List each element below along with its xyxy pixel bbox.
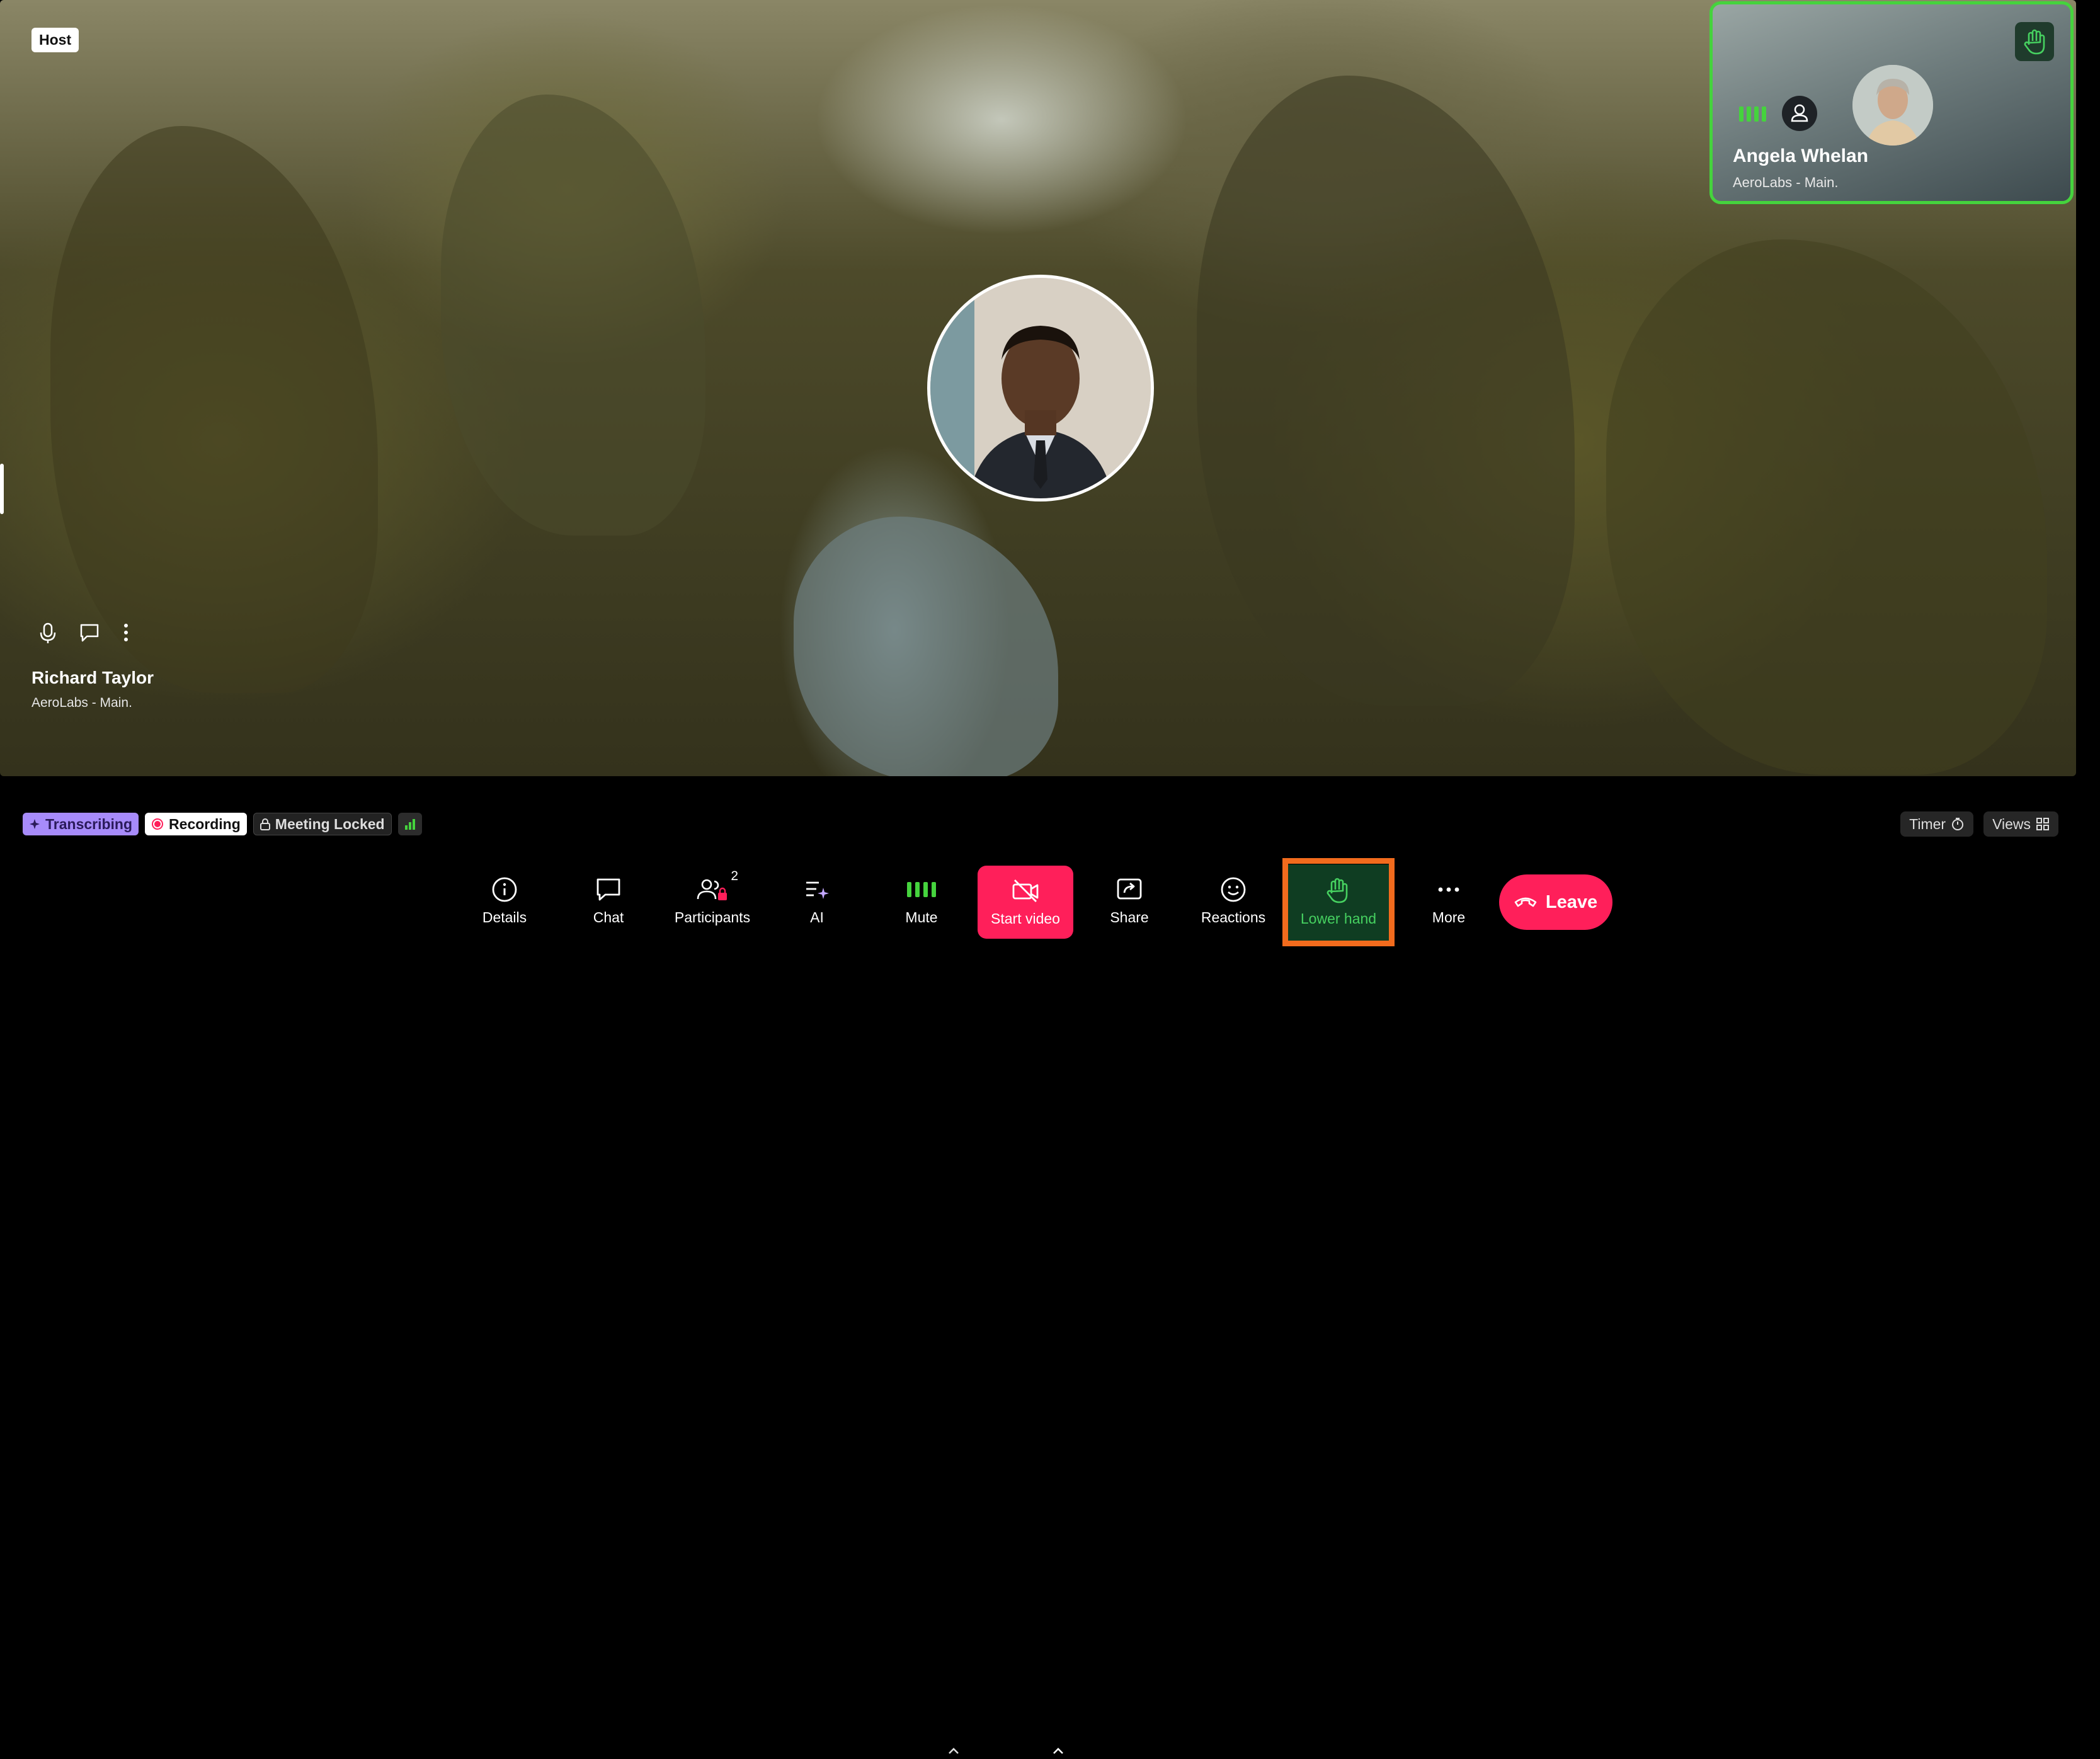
transcribing-label: Transcribing — [45, 815, 133, 832]
connection-badge[interactable] — [397, 813, 422, 835]
lower-hand-button[interactable]: Lower hand — [1288, 864, 1389, 941]
chat-label: Chat — [593, 908, 624, 925]
participants-count: 2 — [731, 868, 738, 883]
stopwatch-icon — [1952, 818, 1964, 830]
recording-label: Recording — [169, 815, 241, 832]
meeting-locked-label: Meeting Locked — [275, 815, 385, 832]
lock-icon — [260, 818, 270, 830]
smiley-icon — [1221, 877, 1246, 902]
ai-sparkle-icon — [806, 881, 829, 899]
record-icon — [152, 818, 164, 830]
more-vertical-icon[interactable] — [122, 622, 130, 643]
start-video-label: Start video — [991, 910, 1060, 927]
hand-icon — [2024, 29, 2045, 55]
mute-label: Mute — [905, 908, 938, 925]
timer-label: Timer — [1909, 815, 1946, 832]
reactions-label: Reactions — [1201, 908, 1266, 925]
lower-hand-label: Lower hand — [1300, 910, 1377, 927]
river — [794, 517, 1058, 776]
more-button[interactable]: More — [1421, 863, 1476, 939]
rock-formation — [1606, 239, 2047, 775]
self-participant-org: AeroLabs - Main. — [31, 696, 132, 710]
signal-bars-icon — [404, 819, 415, 830]
audio-level-icon — [907, 881, 936, 897]
rock-formation — [441, 95, 705, 536]
self-tile-controls — [39, 622, 130, 644]
chat-bubble-icon[interactable] — [79, 622, 100, 643]
chevron-up-icon — [1053, 1748, 1063, 1754]
participants-label: Participants — [674, 908, 751, 925]
person-portrait — [1852, 65, 1933, 146]
person-portrait — [930, 278, 1151, 498]
views-button[interactable]: Views — [1983, 811, 2058, 837]
timer-button[interactable]: Timer — [1900, 811, 1974, 837]
details-label: Details — [482, 908, 527, 925]
person-icon — [1791, 104, 1808, 122]
main-video-stage: Host Richard Taylor AeroLabs - Main. Ang… — [0, 0, 2076, 776]
chevron-up-icon — [949, 1748, 959, 1754]
speaker-name: Angela Whelan — [1733, 146, 1869, 166]
microphone-icon[interactable] — [39, 622, 57, 644]
participants-icon — [697, 879, 727, 900]
ai-label: AI — [810, 908, 824, 925]
video-options-caret[interactable] — [1052, 1743, 1064, 1759]
audio-options-caret[interactable] — [947, 1743, 960, 1759]
chat-button[interactable]: Chat — [572, 863, 645, 939]
side-panel-handle[interactable] — [0, 464, 4, 514]
host-badge: Host — [31, 28, 79, 52]
sparkle-icon — [30, 819, 40, 829]
speaker-avatar — [1852, 65, 1933, 146]
video-off-icon — [1012, 879, 1039, 902]
meeting-locked-badge[interactable]: Meeting Locked — [253, 813, 392, 835]
recording-badge[interactable]: Recording — [145, 813, 247, 835]
share-button[interactable]: Share — [1100, 863, 1159, 939]
hand-icon — [1327, 878, 1348, 903]
more-horizontal-icon — [1438, 887, 1459, 891]
more-label: More — [1432, 908, 1466, 925]
self-participant-name: Richard Taylor — [31, 668, 154, 687]
view-controls: Timer Views — [1900, 811, 2058, 837]
speaker-org: AeroLabs - Main. — [1733, 175, 1839, 190]
leave-button[interactable]: Leave — [1499, 874, 1612, 930]
active-speaker-tile[interactable]: Angela Whelan AeroLabs - Main. — [1709, 1, 2074, 204]
mute-button[interactable]: Mute — [893, 863, 950, 939]
details-button[interactable]: Details — [466, 863, 543, 939]
raised-hand-badge — [2015, 22, 2054, 61]
rock-formation — [50, 126, 378, 693]
meeting-toolbar: Details Chat 2 Participants AI Mute Star… — [0, 863, 2100, 1754]
grid-icon — [2036, 818, 2049, 830]
transcribing-badge[interactable]: Transcribing — [23, 813, 139, 835]
chat-icon — [596, 878, 620, 900]
leave-label: Leave — [1545, 891, 1598, 912]
rock-formation — [1197, 76, 1575, 706]
info-icon — [492, 877, 517, 902]
reactions-button[interactable]: Reactions — [1196, 863, 1271, 939]
views-label: Views — [1992, 815, 2031, 832]
status-indicators: Transcribing Recording Meeting Locked — [23, 813, 422, 835]
phone-hangup-icon — [1514, 897, 1537, 907]
person-badge — [1782, 96, 1817, 131]
share-label: Share — [1110, 908, 1149, 925]
start-video-button[interactable]: Start video — [978, 866, 1073, 939]
audio-level-icon — [1739, 106, 1766, 122]
participant-avatar-center — [927, 275, 1154, 501]
ai-button[interactable]: AI — [794, 863, 840, 939]
share-screen-icon — [1117, 878, 1142, 899]
participants-button[interactable]: 2 Participants — [665, 863, 760, 939]
